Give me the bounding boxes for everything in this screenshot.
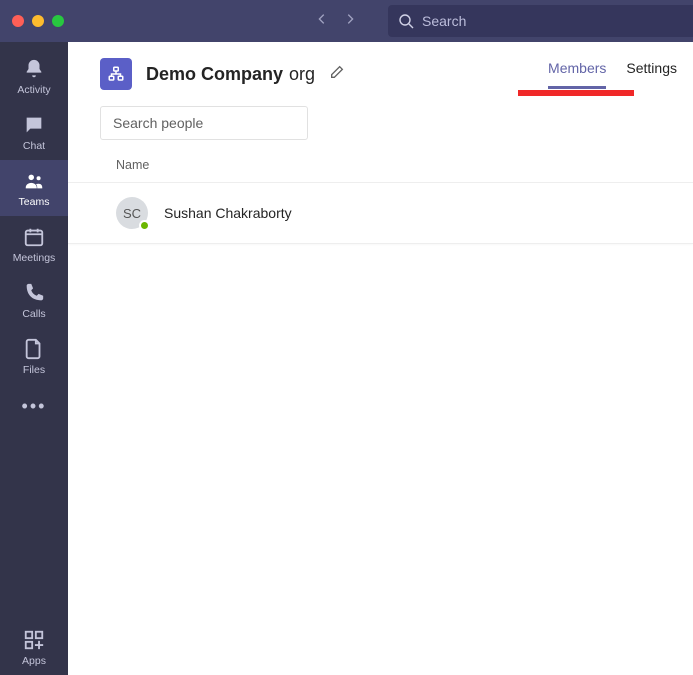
pencil-icon (329, 64, 345, 80)
rail-more-button[interactable]: ••• (0, 384, 68, 429)
calendar-icon (23, 226, 45, 248)
search-people-input[interactable] (113, 115, 294, 131)
highlight-annotation (518, 90, 634, 96)
presence-available-icon (139, 220, 150, 231)
apps-icon (23, 629, 45, 651)
chat-icon (23, 114, 45, 136)
rail-item-activity[interactable]: Activity (0, 48, 68, 104)
rail-item-apps[interactable]: Apps (0, 619, 68, 675)
close-window-dot[interactable] (12, 15, 24, 27)
titlebar (0, 0, 693, 42)
nav-forward-button[interactable] (343, 12, 357, 31)
rail-item-label: Activity (17, 84, 50, 96)
rail-item-label: Teams (19, 196, 50, 208)
window-controls (12, 15, 64, 27)
edit-team-button[interactable] (329, 64, 345, 85)
team-title: Demo Company org (146, 64, 315, 85)
ellipsis-icon: ••• (22, 396, 47, 416)
rail-item-chat[interactable]: Chat (0, 104, 68, 160)
rail-item-meetings[interactable]: Meetings (0, 216, 68, 272)
teams-icon (23, 170, 45, 192)
member-avatar: SC (116, 197, 148, 229)
team-name-bold: Demo Company (146, 64, 283, 85)
rail-item-calls[interactable]: Calls (0, 272, 68, 328)
app-rail: Activity Chat Teams Meetings Calls Files… (0, 42, 68, 675)
chevron-left-icon (315, 12, 329, 26)
chevron-right-icon (343, 12, 357, 26)
team-name-suffix: org (289, 64, 315, 85)
search-icon (398, 13, 414, 29)
minimize-window-dot[interactable] (32, 15, 44, 27)
rail-item-label: Apps (22, 655, 46, 667)
header-tabs: Members Settings (548, 60, 677, 89)
global-search[interactable] (388, 5, 693, 37)
avatar-initials: SC (123, 206, 141, 221)
tab-members[interactable]: Members (548, 60, 606, 89)
search-people[interactable] (100, 106, 308, 140)
team-header: Demo Company org Members Settings (68, 58, 693, 90)
nav-back-button[interactable] (315, 12, 329, 31)
main-area: Activity Chat Teams Meetings Calls Files… (0, 42, 693, 675)
file-icon (23, 338, 45, 360)
content-pane: Demo Company org Members Settings Name S… (68, 42, 693, 675)
members-column-header: Name (68, 140, 693, 182)
phone-icon (23, 282, 45, 304)
rail-item-files[interactable]: Files (0, 328, 68, 384)
member-name: Sushan Chakraborty (164, 205, 292, 221)
tab-settings[interactable]: Settings (626, 60, 677, 89)
member-row[interactable]: SC Sushan Chakraborty (68, 182, 693, 244)
rail-item-label: Calls (22, 308, 45, 320)
global-search-input[interactable] (422, 13, 683, 29)
team-badge (100, 58, 132, 90)
rail-item-teams[interactable]: Teams (0, 160, 68, 216)
rail-item-label: Files (23, 364, 45, 376)
org-chart-icon (107, 65, 125, 83)
zoom-window-dot[interactable] (52, 15, 64, 27)
rail-item-label: Meetings (13, 252, 56, 264)
bell-icon (23, 58, 45, 80)
history-nav (315, 12, 357, 31)
rail-item-label: Chat (23, 140, 45, 152)
